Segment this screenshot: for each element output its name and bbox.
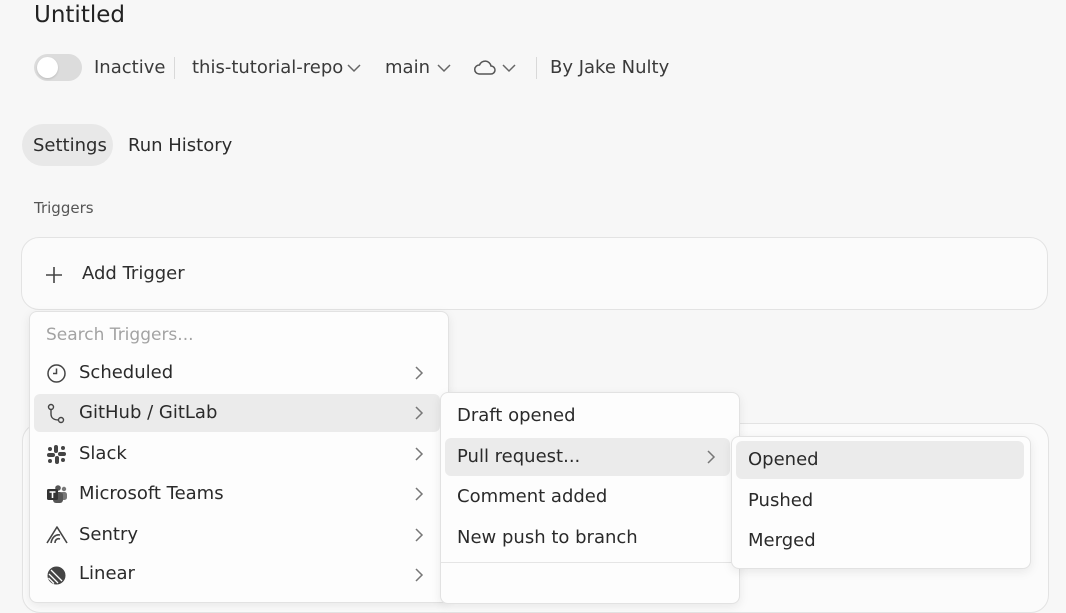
chevron-right-icon [412,486,426,502]
menu-item-scheduled[interactable]: Scheduled [79,362,173,383]
repo-chevron-down-icon[interactable] [346,60,362,76]
chevron-right-icon [704,449,718,465]
linear-icon [46,565,67,586]
page-title[interactable]: Untitled [34,2,125,28]
chevron-right-icon [412,446,426,462]
repo-selector[interactable]: this-tutorial-repo [192,57,343,78]
menu-item-opened-label[interactable]: Opened [748,449,819,470]
menu-item-pull-request-label[interactable]: Pull request... [457,446,580,467]
chevron-right-icon [412,527,426,543]
menu-item-new-push-to-branch[interactable]: New push to branch [457,527,638,548]
chevron-right-icon [412,365,426,381]
slack-icon [46,444,67,465]
branch-selector[interactable]: main [385,57,430,78]
tab-run-history[interactable]: Run History [128,135,232,156]
toggle-knob [37,57,58,78]
git-branch-icon [46,403,66,425]
cloud-icon[interactable] [473,58,497,78]
menu-item-github-gitlab-label[interactable]: GitHub / GitLab [79,402,217,423]
status-label: Inactive [94,57,166,78]
sentry-icon [46,525,68,545]
header-divider [536,57,537,79]
menu-item-comment-added[interactable]: Comment added [457,486,607,507]
menu-item-slack[interactable]: Slack [79,443,127,464]
author-label: By Jake Nulty [550,57,670,78]
add-trigger-button[interactable]: Add Trigger [82,263,185,284]
menu-divider [441,562,737,563]
tab-settings-label[interactable]: Settings [33,135,107,156]
menu-item-pushed[interactable]: Pushed [748,490,813,511]
menu-item-merged[interactable]: Merged [748,530,816,551]
teams-icon [46,484,68,505]
header-divider [174,57,175,79]
search-triggers-input[interactable]: Search Triggers... [46,325,194,345]
environment-chevron-down-icon[interactable] [501,60,517,76]
active-toggle[interactable] [34,54,82,81]
menu-item-microsoft-teams[interactable]: Microsoft Teams [79,483,224,504]
triggers-section-label: Triggers [34,199,94,217]
chevron-right-icon [412,405,426,421]
menu-item-linear[interactable]: Linear [79,563,135,584]
menu-item-draft-opened[interactable]: Draft opened [457,405,576,426]
clock-icon [46,363,67,384]
branch-chevron-down-icon[interactable] [436,60,452,76]
menu-item-sentry[interactable]: Sentry [79,524,138,545]
plus-icon[interactable] [44,265,64,285]
chevron-right-icon [412,567,426,583]
